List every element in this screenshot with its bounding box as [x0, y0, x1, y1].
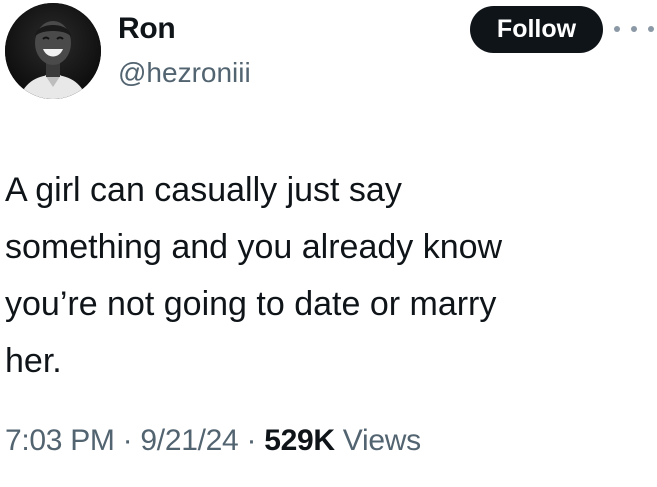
tweet-line: something and you already know [5, 228, 503, 266]
views-count[interactable]: 529K [264, 424, 335, 457]
more-dot [631, 26, 637, 32]
more-dot [648, 26, 654, 32]
more-dot [614, 26, 620, 32]
views-label: Views [342, 424, 421, 457]
follow-button[interactable]: Follow [470, 6, 603, 53]
tweet-date[interactable]: 9/21/24 [140, 424, 238, 457]
tweet-time[interactable]: 7:03 PM [5, 424, 115, 457]
tweet-line: A girl can casually just say [5, 171, 402, 209]
avatar[interactable] [5, 3, 101, 99]
tweet-meta: 7:03 PM · 9/21/24 · 529K Views [5, 424, 421, 458]
tweet-line: her. [5, 342, 62, 380]
more-horizontal-icon[interactable] [614, 19, 654, 39]
tweet-text: A girl can casually just say something a… [5, 162, 635, 390]
tweet-line: you’re not going to date or marry [5, 285, 497, 323]
meta-separator: · [122, 424, 133, 457]
meta-separator: · [246, 424, 257, 457]
author-name[interactable]: Ron [118, 12, 176, 46]
author-handle[interactable]: @hezroniii [118, 57, 251, 89]
avatar-photo-icon [5, 3, 101, 99]
